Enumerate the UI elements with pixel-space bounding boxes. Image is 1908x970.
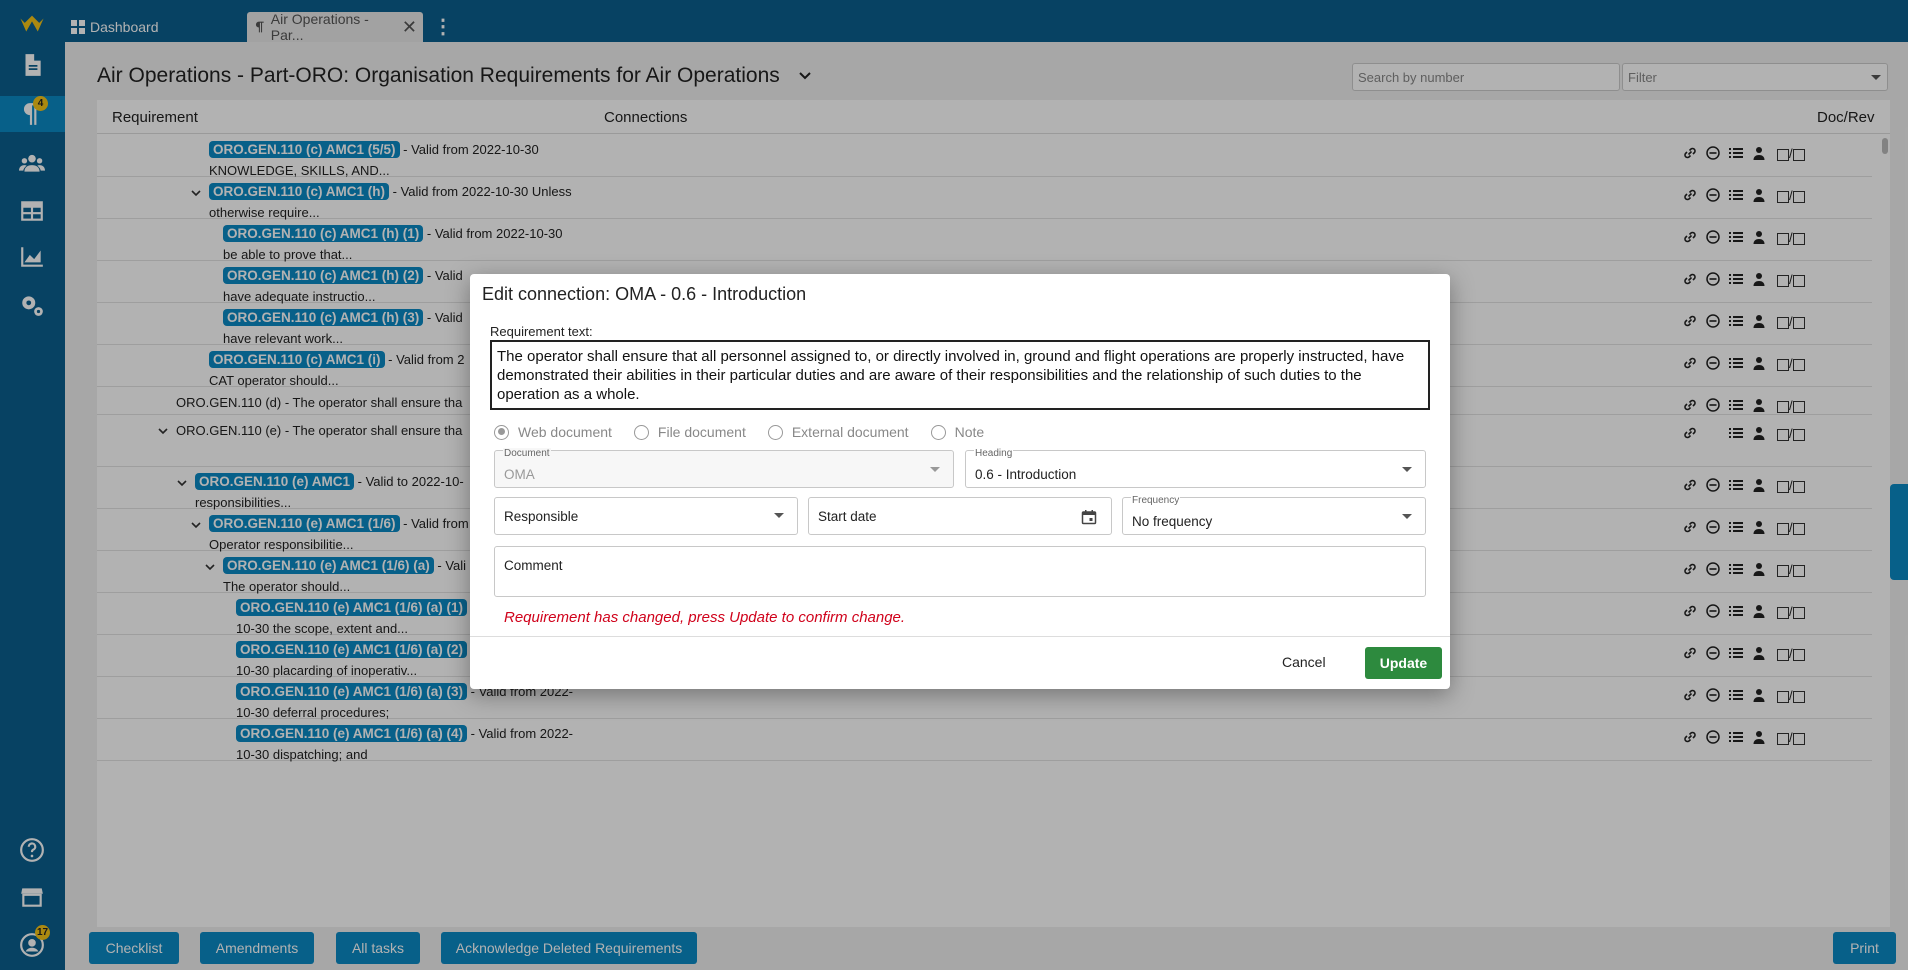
requirement-text-box[interactable]: The operator shall ensure that all perso… [490, 340, 1430, 410]
frequency-select[interactable]: Frequency No frequency [1122, 495, 1426, 535]
radio-note[interactable]: Note [930, 424, 985, 440]
radio-checked-icon [494, 424, 509, 440]
document-value: OMA [504, 467, 535, 482]
radio-web-document[interactable]: Web document [494, 424, 612, 440]
radio-icon [767, 424, 783, 440]
cancel-button[interactable]: Cancel [1282, 654, 1326, 670]
heading-label: Heading [974, 448, 1014, 459]
document-label: Document [503, 448, 551, 459]
calendar-icon[interactable] [1081, 509, 1097, 525]
heading-value: 0.6 - Introduction [975, 467, 1077, 482]
update-button[interactable]: Update [1365, 647, 1442, 679]
change-warning: Requirement has changed, press Update to… [504, 609, 906, 626]
comment-textarea[interactable]: Comment [494, 546, 1426, 597]
chevron-down-icon [1402, 514, 1412, 519]
radio-icon [930, 424, 946, 440]
frequency-label: Frequency [1131, 495, 1181, 506]
start-date-placeholder: Start date [818, 509, 877, 524]
document-type-radios: Web document File document External docu… [494, 424, 1006, 440]
radio-external-document[interactable]: External document [767, 424, 909, 440]
chevron-down-icon [1402, 467, 1412, 472]
comment-placeholder: Comment [504, 558, 563, 573]
radio-label: Web document [518, 424, 612, 440]
chevron-down-icon [774, 513, 784, 518]
responsible-select[interactable]: Responsible [494, 497, 798, 535]
radio-icon [633, 424, 649, 440]
frequency-value: No frequency [1132, 514, 1213, 529]
heading-select[interactable]: Heading 0.6 - Introduction [965, 448, 1426, 488]
radio-label: File document [657, 424, 746, 440]
dialog-title: Edit connection: OMA - 0.6 - Introductio… [482, 284, 807, 304]
radio-label: Note [954, 424, 985, 440]
document-select[interactable]: Document OMA [494, 448, 954, 488]
requirement-text-label: Requirement text: [490, 324, 593, 339]
start-date-input[interactable]: Start date [808, 497, 1112, 535]
edit-connection-dialog: Edit connection: OMA - 0.6 - Introductio… [470, 274, 1450, 689]
responsible-placeholder: Responsible [504, 509, 579, 524]
radio-file-document[interactable]: File document [633, 424, 746, 440]
divider [470, 636, 1450, 637]
chevron-down-icon [930, 467, 940, 472]
radio-label: External document [791, 424, 909, 440]
